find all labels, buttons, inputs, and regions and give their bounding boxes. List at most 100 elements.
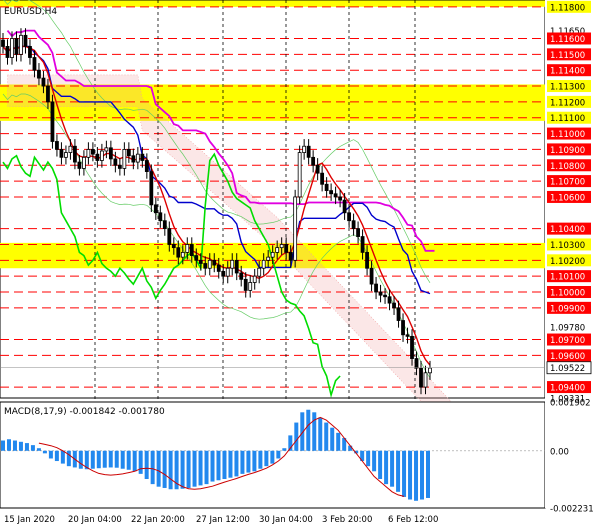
macd-histogram-bar (210, 450, 215, 482)
candle-bull (270, 251, 275, 258)
candle-bear (77, 161, 82, 169)
candle-bear (338, 196, 343, 201)
candle-bear (117, 164, 122, 169)
macd-histogram-bar (396, 450, 401, 492)
price-tick-label: 1.11000 (550, 130, 585, 140)
candle-bear (369, 267, 374, 285)
time-tick-label: 30 Jan 04:00 (259, 515, 313, 525)
candle-bull (104, 147, 109, 152)
price-tick-label: 1.10000 (550, 289, 585, 299)
macd-histogram-bar (240, 450, 245, 474)
candle-bear (387, 296, 392, 304)
candle-bear (414, 358, 419, 369)
candle-bull (257, 267, 262, 277)
candle-bear (216, 264, 221, 272)
macd-histogram-bar (294, 422, 299, 451)
candle-bear (284, 244, 289, 253)
macd-histogram-bar (162, 450, 167, 488)
price-tick-label: 1.10100 (550, 273, 585, 283)
candle-bear (198, 259, 203, 264)
macd-histogram-bar (306, 409, 311, 451)
chart-canvas: 1.118001.116501.116001.115001.114001.113… (0, 0, 593, 525)
macd-histogram-bar (120, 450, 125, 469)
time-tick-label: 22 Jan 20:00 (131, 515, 185, 525)
price-tick-label: 1.11200 (550, 98, 585, 108)
candle-bear (73, 145, 77, 163)
candle-bear (365, 251, 369, 269)
candle-bear (32, 57, 37, 71)
macd-histogram-bar (36, 448, 41, 451)
price-tick-label: 1.10700 (550, 178, 585, 188)
candle-bear (108, 147, 113, 160)
candle-bear (306, 145, 311, 158)
macd-histogram-bar (198, 450, 203, 486)
candle-bear (347, 212, 351, 222)
candle-bear (14, 38, 19, 55)
candle-bear (221, 271, 226, 277)
candle-bear (419, 367, 423, 388)
macd-histogram-bar (366, 450, 371, 467)
candle-bull (261, 259, 266, 269)
price-tick-label: 1.11100 (550, 114, 585, 124)
candle-bull (225, 267, 230, 277)
candle-bear (162, 220, 167, 230)
candle-bear (203, 263, 208, 269)
candle-bear (311, 156, 316, 166)
candle-bear (113, 158, 118, 166)
candle-bear (95, 153, 100, 161)
candle-bull (297, 152, 302, 198)
candle-bull (293, 196, 298, 261)
macd-histogram-bar (78, 450, 83, 469)
price-tick-label: 1.11300 (550, 83, 585, 93)
macd-histogram-bar (12, 440, 17, 451)
macd-histogram-bar (222, 450, 227, 479)
macd-histogram-bar (138, 450, 143, 474)
macd-histogram-bar (60, 450, 65, 464)
macd-pane (0, 401, 546, 509)
yellow-zone (0, 0, 545, 7)
candle-bear (131, 155, 136, 163)
price-tick-label: 1.11800 (550, 3, 585, 13)
candle-bear (410, 335, 414, 359)
macd-tick-label: -0.002231 (550, 505, 593, 515)
candle-bear (288, 251, 293, 261)
price-tick-label: 1.10900 (550, 146, 585, 156)
macd-histogram-bar (24, 443, 29, 451)
macd-histogram-bar (114, 450, 119, 468)
candle-bull (19, 34, 23, 55)
macd-histogram-bar (18, 441, 23, 451)
candle-bull (135, 153, 140, 163)
macd-histogram-bar (384, 450, 389, 485)
macd-histogram-bar (204, 450, 209, 485)
candle-bear (212, 259, 217, 266)
macd-histogram-bar (42, 450, 47, 454)
macd-histogram-bar (150, 450, 155, 485)
candle-bear (356, 228, 360, 237)
macd-histogram-bar (192, 450, 197, 487)
macd-histogram-bar (180, 450, 185, 489)
candle-bear (153, 204, 158, 214)
price-tick-label: 1.10300 (550, 241, 585, 251)
macd-histogram-bar (246, 450, 251, 473)
price-tick-label: 1.10800 (550, 162, 585, 172)
macd-histogram-bar (324, 422, 329, 451)
candle-bull (122, 149, 127, 169)
candle-bear (243, 278, 248, 291)
macd-histogram-bar (282, 448, 287, 451)
candle-bear (59, 149, 64, 158)
macd-histogram-bar (420, 450, 425, 500)
macd-histogram-bar (144, 450, 149, 479)
candle-bear (90, 149, 95, 155)
candle-bear (149, 171, 154, 206)
time-tick-label: 27 Jan 12:00 (196, 515, 250, 525)
candle-bear (374, 283, 378, 293)
price-pane-frame (0, 0, 546, 399)
macd-histogram-bar (1, 440, 5, 451)
candle-bear (396, 307, 401, 321)
time-tick-label: 6 Feb 12:00 (388, 515, 438, 525)
price-tick-label: 1.09700 (550, 336, 585, 346)
candle-bull (180, 251, 185, 258)
candle-bear (383, 294, 387, 298)
candle-bear (360, 236, 365, 253)
price-tick-label: 1.11600 (550, 35, 585, 45)
